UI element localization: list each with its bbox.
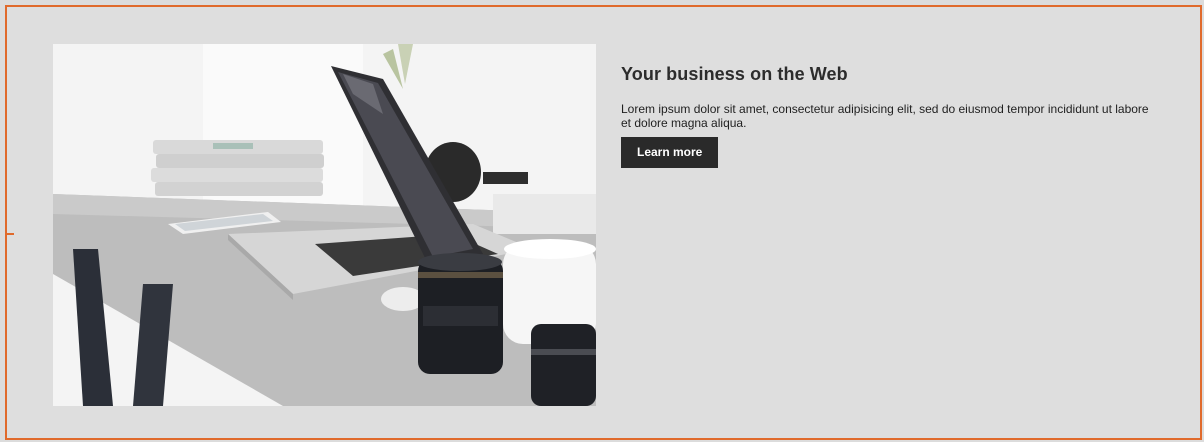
hero-content: Your business on the Web Lorem ipsum dol… — [621, 61, 1181, 168]
hero-image — [53, 44, 596, 406]
laptop-desk-photo — [53, 44, 596, 406]
hero-title: Your business on the Web — [621, 64, 848, 84]
learn-more-button[interactable]: Learn more — [621, 137, 719, 168]
hero-description: Lorem ipsum dolor sit amet, consectetur … — [621, 102, 1149, 130]
frame-notch — [7, 233, 14, 235]
